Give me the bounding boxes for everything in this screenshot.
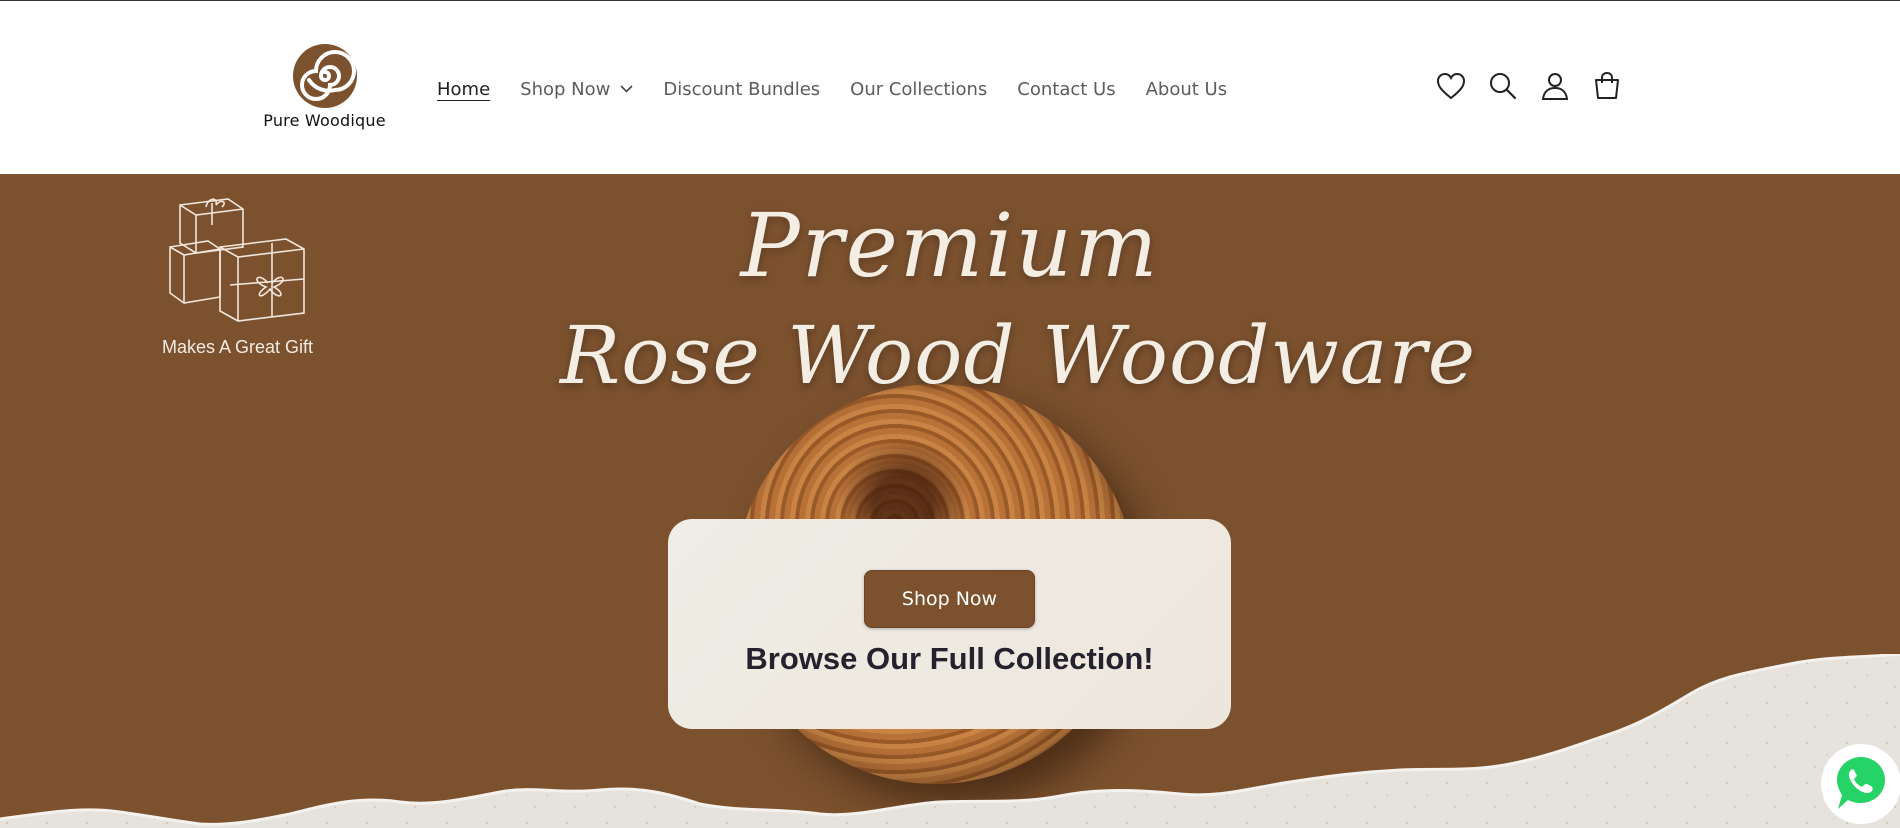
cart-icon [1595,71,1619,99]
whatsapp-icon [1821,744,1900,824]
browse-collection-text: Browse Our Full Collection! [745,641,1154,676]
heart-icon [1436,72,1466,100]
wishlist-button[interactable] [1436,72,1466,100]
nav-shop-now-label: Shop Now [520,78,611,100]
gift-label: Makes A Great Gift [161,337,314,357]
cta-card: Shop Now Browse Our Full Collection! [668,519,1231,729]
spiral-logo-icon [292,44,357,108]
nav-contact-us[interactable]: Contact Us [1017,79,1115,100]
nav-discount-bundles[interactable]: Discount Bundles [663,79,820,100]
brand-logo[interactable]: Pure Woodique [262,43,387,135]
nav-home[interactable]: Home [437,79,490,100]
brand-name: Pure Woodique [263,111,386,130]
main-nav: Home Shop Now Discount Bundles Our Colle… [437,75,1257,103]
shop-now-button[interactable]: Shop Now [864,570,1035,628]
hero-banner: Makes A Great Gift Premium Rose Wood Woo… [0,174,1900,828]
whatsapp-chat-button[interactable] [1816,739,1900,828]
hero-title-line2: Rose Wood Woodware [560,309,1477,402]
nav-our-collections[interactable]: Our Collections [850,79,987,100]
nav-shop-now[interactable]: Shop Now [520,79,633,100]
nav-about-us[interactable]: About Us [1146,79,1228,100]
search-icon [1490,73,1517,100]
account-button[interactable] [1540,71,1570,101]
site-header: Pure Woodique Home Shop Now Discount Bun… [0,0,1900,174]
search-button[interactable] [1488,71,1518,101]
hero-title-line1: Premium [740,194,1160,297]
gift-boxes-icon [168,198,305,322]
chevron-down-icon [620,85,633,93]
cart-button[interactable] [1592,71,1622,101]
account-icon [1541,73,1569,100]
header-icons [1436,71,1622,101]
gift-badge: Makes A Great Gift [155,195,320,358]
